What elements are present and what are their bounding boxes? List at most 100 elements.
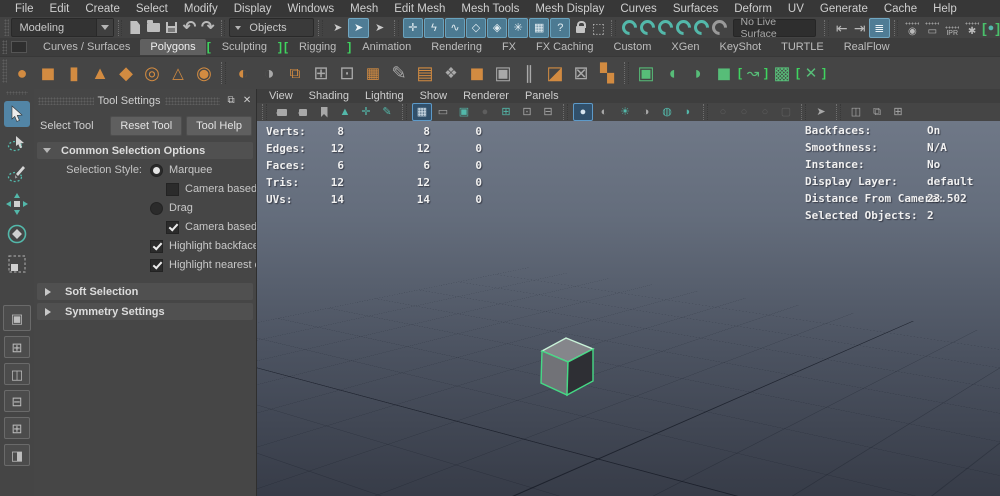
highlight-nearest-checkbox[interactable]	[150, 258, 163, 272]
toolbox-grip[interactable]	[6, 91, 28, 95]
poly-pyramid-icon[interactable]: △	[165, 59, 191, 87]
shelf-tab-custom[interactable]: Custom	[604, 39, 662, 55]
shelf-tab-polygons[interactable]: Polygons	[140, 39, 206, 55]
marquee-radio[interactable]	[150, 163, 163, 177]
boolean-icon[interactable]: ⊡	[334, 59, 360, 87]
isolate-select-icon[interactable]: ➤	[811, 103, 831, 121]
combine-icon[interactable]: ⧉	[282, 59, 308, 87]
shelf-menu-icon[interactable]	[11, 41, 27, 53]
frame-square-icon[interactable]: ▣	[490, 59, 516, 87]
poly-plane-icon[interactable]: ◆	[113, 59, 139, 87]
mask-dynamics-icon[interactable]: ✳	[508, 17, 529, 38]
quad-draw-icon[interactable]: ❖	[438, 59, 464, 87]
poly-torus-icon[interactable]: ◎	[139, 59, 165, 87]
select-object-icon[interactable]: ➤	[348, 17, 370, 38]
menu-generate[interactable]: Generate	[813, 2, 875, 16]
use-all-lights-icon[interactable]: ☀	[615, 103, 635, 121]
safe-action-icon[interactable]: ⊡	[517, 103, 537, 121]
poly-cone-icon[interactable]: ▲	[87, 59, 113, 87]
viewport-canvas[interactable]: Verts: 8 8 0 Edges: 12 12 0 Faces: 6 6 0 Tris: 12 1…	[256, 121, 1000, 496]
camera-based-selection-checkbox[interactable]	[166, 182, 179, 196]
poly-pipe-icon[interactable]: ◉	[191, 59, 217, 87]
field-chart-icon[interactable]: ⊞	[496, 103, 516, 121]
move-tool-button[interactable]	[4, 191, 30, 217]
shelf-grip[interactable]	[2, 40, 7, 54]
film-gate-icon[interactable]: ▭	[433, 103, 453, 121]
poly-cylinder-icon[interactable]: ▮	[61, 59, 87, 87]
camera-attributes-icon[interactable]	[293, 103, 313, 121]
shelf-tab-curves-surfaces[interactable]: Curves / Surfaces	[33, 39, 140, 55]
green-curve-dots-icon[interactable]: ◖	[659, 59, 685, 87]
layout-four-pane-button[interactable]: ⊞	[4, 336, 30, 358]
make-live-icon[interactable]	[708, 16, 731, 39]
snap-grid-icon[interactable]	[618, 16, 640, 39]
save-scene-icon[interactable]	[163, 19, 181, 37]
menu-mesh-display[interactable]: Mesh Display	[528, 2, 611, 16]
redo-icon[interactable]: ↷	[199, 19, 217, 37]
select-tool-button[interactable]	[4, 101, 30, 127]
green-checker-window-icon[interactable]: ▩	[769, 59, 795, 87]
menu-windows[interactable]: Windows	[280, 2, 341, 16]
mask-deformations-icon[interactable]: ◈	[487, 17, 508, 38]
menu-curves[interactable]: Curves	[613, 2, 663, 16]
selected-poly-cube[interactable]	[539, 334, 596, 398]
exposure-icon[interactable]: ▢	[776, 103, 796, 121]
menu-uv[interactable]: UV	[781, 2, 811, 16]
bracket-target-icon[interactable]: [●]	[982, 20, 1000, 36]
safe-title-icon[interactable]: ⊟	[538, 103, 558, 121]
menu-display[interactable]: Display	[227, 2, 279, 16]
motion-blur-icon[interactable]: ◗	[678, 103, 698, 121]
open-scene-icon[interactable]	[144, 19, 162, 37]
select-hierarchy-icon[interactable]: ➤	[327, 18, 348, 38]
bevel-icon[interactable]: ◪	[542, 59, 568, 87]
smooth-preview-icon[interactable]: ◑	[256, 59, 282, 87]
layout-three-pane-button[interactable]: ⊞	[4, 417, 30, 439]
menu-edit-mesh[interactable]: Edit Mesh	[387, 2, 452, 16]
snap-projected-center-icon[interactable]	[672, 16, 694, 39]
menu-mesh[interactable]: Mesh	[343, 2, 385, 16]
highlight-selection-icon[interactable]: ⬚	[589, 19, 607, 37]
new-scene-icon[interactable]	[126, 19, 144, 37]
multi-cut-knife-icon[interactable]: ✎	[386, 59, 412, 87]
scale-tool-button[interactable]	[4, 251, 30, 277]
paint-select-tool-button[interactable]	[4, 161, 30, 187]
tool-help-button[interactable]: Tool Help	[186, 116, 252, 136]
add-divisions-icon[interactable]: ⊞	[308, 59, 334, 87]
gate-mask-icon[interactable]: ●	[475, 103, 495, 121]
select-camera-icon[interactable]	[272, 103, 292, 121]
float-panel-icon[interactable]: ⧉	[224, 95, 238, 107]
green-arrow-icon[interactable]: ↝	[743, 59, 763, 87]
ipr-render-icon[interactable]: IPR	[942, 19, 962, 37]
squares-pair-icon[interactable]: ▚	[594, 59, 620, 87]
shelf-tab-sculpting[interactable]: Sculpting	[212, 39, 277, 55]
menu-help[interactable]: Help	[926, 2, 964, 16]
reset-tool-button[interactable]: Reset Tool	[110, 116, 183, 136]
menu-cache[interactable]: Cache	[877, 2, 924, 16]
shelf-tab-animation[interactable]: Animation	[352, 39, 421, 55]
2d-pan-zoom-icon[interactable]: ✛	[356, 103, 376, 121]
shadows-icon[interactable]: ◑	[636, 103, 656, 121]
menu-file[interactable]: File	[8, 2, 41, 16]
cube-solid-icon[interactable]: ◼	[464, 59, 490, 87]
menu-modify[interactable]: Modify	[177, 2, 225, 16]
poly-cube-icon[interactable]: ◼	[35, 59, 61, 87]
viewport-menu-show[interactable]: Show	[413, 90, 455, 102]
lasso-tool-button[interactable]	[4, 131, 30, 157]
viewport-menu-lighting[interactable]: Lighting	[358, 90, 411, 102]
green-cube-dots-icon[interactable]: ◼	[711, 59, 737, 87]
shelf-tab-fx[interactable]: FX	[492, 39, 526, 55]
smooth-icon[interactable]: ◐	[230, 59, 256, 87]
frame-x-icon[interactable]: ⊠	[568, 59, 594, 87]
viewport-menu-view[interactable]: View	[262, 90, 300, 102]
drag-radio[interactable]	[150, 201, 163, 215]
render-settings-icon[interactable]: ✱	[962, 19, 982, 37]
poly-sphere-icon[interactable]: ●	[9, 59, 35, 87]
viewport-menu-renderer[interactable]: Renderer	[456, 90, 516, 102]
menu-surfaces[interactable]: Surfaces	[666, 2, 725, 16]
close-panel-icon[interactable]: ✕	[240, 95, 254, 107]
symmetry-settings-section[interactable]: Symmetry Settings	[37, 303, 253, 320]
pane-layout-hypershade-icon[interactable]: ⊞	[888, 103, 908, 121]
image-plane-icon[interactable]: ▲	[335, 103, 355, 121]
soft-selection-section[interactable]: Soft Selection	[37, 283, 253, 300]
grid-squares-icon[interactable]: ▦	[360, 59, 386, 87]
